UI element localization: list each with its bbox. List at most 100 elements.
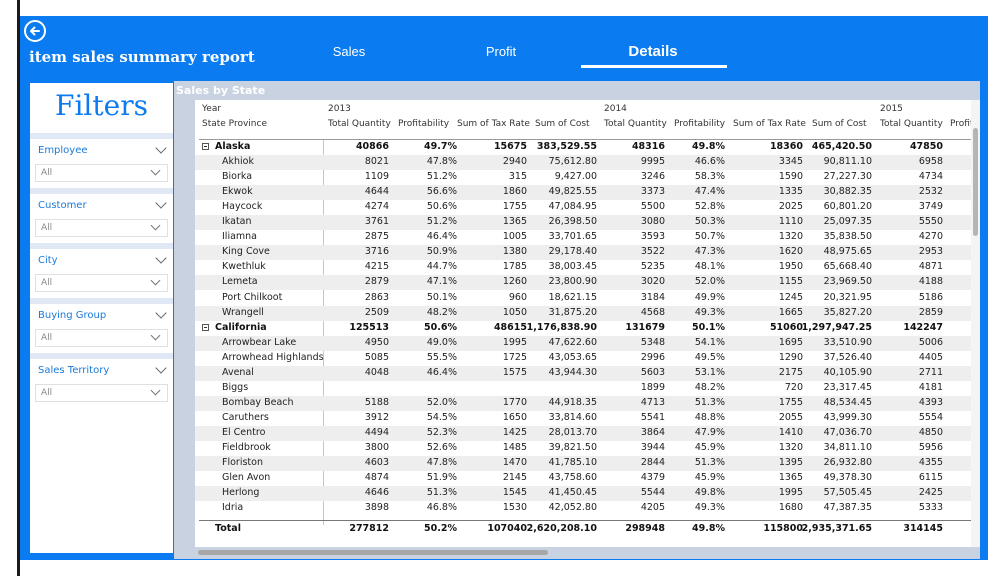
- table-cell: 4181: [918, 381, 943, 393]
- table-cell: 15675: [493, 141, 527, 152]
- filter-dropdown[interactable]: All: [35, 329, 168, 347]
- row-label: Fieldbrook: [222, 442, 271, 453]
- filter-dropdown[interactable]: All: [35, 219, 168, 237]
- group-row[interactable]: Alaska 40866 49.7% 15675 383,529.55 48316 49.8…: [195, 140, 971, 155]
- filters-panel: Filters Employee All Customer All City All Buy…: [30, 83, 173, 553]
- table-cell: 48615: [493, 321, 527, 333]
- row-label: Lemeta: [222, 276, 258, 288]
- row-label: Total: [215, 523, 241, 534]
- back-arrow-icon[interactable]: [24, 20, 46, 42]
- table-cell: 1410: [778, 426, 803, 438]
- horizontal-scrollbar[interactable]: [198, 550, 548, 555]
- table-cell: 47,084.95: [548, 201, 597, 213]
- table-cell: 1335: [778, 186, 803, 198]
- tab-sales[interactable]: Sales: [274, 44, 424, 59]
- table-row: Glen Avon 4874 51.9% 2145 43,758.60 4379 45.9%…: [195, 471, 971, 486]
- table-cell: 23,317.45: [823, 381, 872, 393]
- table-cell: 4603: [364, 457, 389, 469]
- chevron-down-icon[interactable]: [155, 142, 167, 154]
- tab-profit[interactable]: Profit: [426, 44, 576, 59]
- table-cell: 4646: [364, 487, 389, 499]
- table-cell: 1290: [778, 351, 803, 363]
- table-cell: 4494: [364, 426, 389, 438]
- tab-details[interactable]: Details: [578, 43, 728, 60]
- table-cell: 1109: [364, 171, 389, 183]
- row-label: Ekwok: [222, 186, 253, 198]
- table-cell: 3912: [364, 411, 389, 423]
- table-row: El Centro 4494 52.3% 1425 28,013.70 3864 47.9%…: [195, 425, 971, 441]
- active-tab-indicator: [581, 65, 727, 68]
- collapse-icon[interactable]: [202, 323, 209, 331]
- table-row: Idria 3898 46.8% 1530 42,052.80 4205 49.3% 1680…: [195, 501, 971, 516]
- table-cell: 45.9%: [694, 472, 725, 484]
- table-cell: 49.0%: [426, 336, 457, 348]
- table-cell: 1530: [502, 502, 527, 514]
- table-cell: 26,398.50: [548, 216, 597, 228]
- group-row[interactable]: California 125513 50.6% 48615 1,176,838.90 13…: [195, 321, 971, 336]
- table-cell: 47,387.35: [823, 502, 872, 514]
- vertical-scrollbar[interactable]: [971, 100, 980, 547]
- table-cell: 3373: [640, 186, 665, 198]
- table-cell: 3522: [640, 246, 665, 258]
- chevron-down-icon[interactable]: [155, 307, 167, 319]
- table-cell: 49,825.55: [548, 186, 597, 198]
- table-cell: 48.1%: [694, 261, 725, 273]
- table-cell: 45.9%: [694, 442, 725, 453]
- year-header-label: Year: [202, 104, 222, 114]
- table-cell: 4405: [918, 351, 943, 363]
- row-label: Floriston: [222, 457, 263, 469]
- year-header: 2013: [328, 104, 351, 114]
- row-label: Kwethluk: [222, 261, 266, 273]
- table-cell: 51.9%: [426, 472, 457, 484]
- table-cell: 1950: [778, 261, 803, 273]
- row-label: Iliamna: [222, 231, 257, 243]
- column-header: Sum of Tax Rate: [457, 119, 530, 129]
- total-divider: [199, 520, 971, 521]
- chevron-down-icon[interactable]: [155, 197, 167, 209]
- table-cell: 1680: [778, 502, 803, 514]
- column-header: Total Quantity: [604, 119, 667, 129]
- filter-label: Sales Territory: [38, 365, 110, 376]
- year-header: 2015: [880, 104, 903, 114]
- table-cell: 1695: [778, 336, 803, 348]
- table-cell: 2025: [778, 201, 803, 213]
- filter-dropdown[interactable]: All: [35, 384, 168, 402]
- scrollbar-thumb[interactable]: [973, 128, 978, 236]
- table-cell: 1365: [502, 216, 527, 228]
- table-cell: 1,297,947.25: [801, 321, 872, 333]
- table-cell: 1425: [502, 426, 527, 438]
- table-cell: 47.4%: [694, 186, 725, 198]
- table-cell: 142247: [903, 321, 943, 333]
- table-cell: 48,534.45: [823, 396, 872, 408]
- table-cell: 1110: [778, 216, 803, 228]
- column-header: Profitability: [674, 119, 726, 129]
- collapse-icon[interactable]: [202, 143, 209, 150]
- table-cell: 40866: [355, 141, 389, 152]
- table-cell: 48.8%: [694, 411, 725, 423]
- table-cell: 315: [508, 171, 527, 183]
- sales-by-state-panel: Sales by State Year State Province 2013 201…: [174, 81, 980, 559]
- table-cell: 1380: [502, 246, 527, 258]
- table-cell: 56.6%: [426, 186, 457, 198]
- table-cell: 2509: [364, 306, 389, 318]
- table-cell: 3246: [640, 171, 665, 183]
- table-cell: 1485: [502, 442, 527, 453]
- table-cell: 50.3%: [694, 216, 725, 228]
- table-cell: 1545: [502, 487, 527, 499]
- table-cell: 9995: [640, 156, 665, 168]
- filter-card: Employee All: [30, 139, 173, 187]
- chevron-down-icon[interactable]: [155, 252, 167, 264]
- table-cell: 3761: [364, 216, 389, 228]
- filter-label: City: [38, 255, 58, 266]
- table-cell: 46.4%: [426, 366, 457, 378]
- column-header: Sum of Cost: [812, 119, 867, 129]
- table-cell: 277812: [349, 523, 389, 534]
- row-label: Biorka: [222, 171, 253, 183]
- table-row: Haycock 4274 50.6% 1755 47,084.95 5500 52.8% 20…: [195, 200, 971, 215]
- table-cell: 1,176,838.90: [526, 321, 597, 333]
- chevron-down-icon[interactable]: [155, 362, 167, 374]
- table-cell: 125513: [349, 321, 389, 333]
- filter-dropdown[interactable]: All: [35, 164, 168, 182]
- row-header-label: State Province: [202, 119, 267, 129]
- filter-dropdown[interactable]: All: [35, 274, 168, 292]
